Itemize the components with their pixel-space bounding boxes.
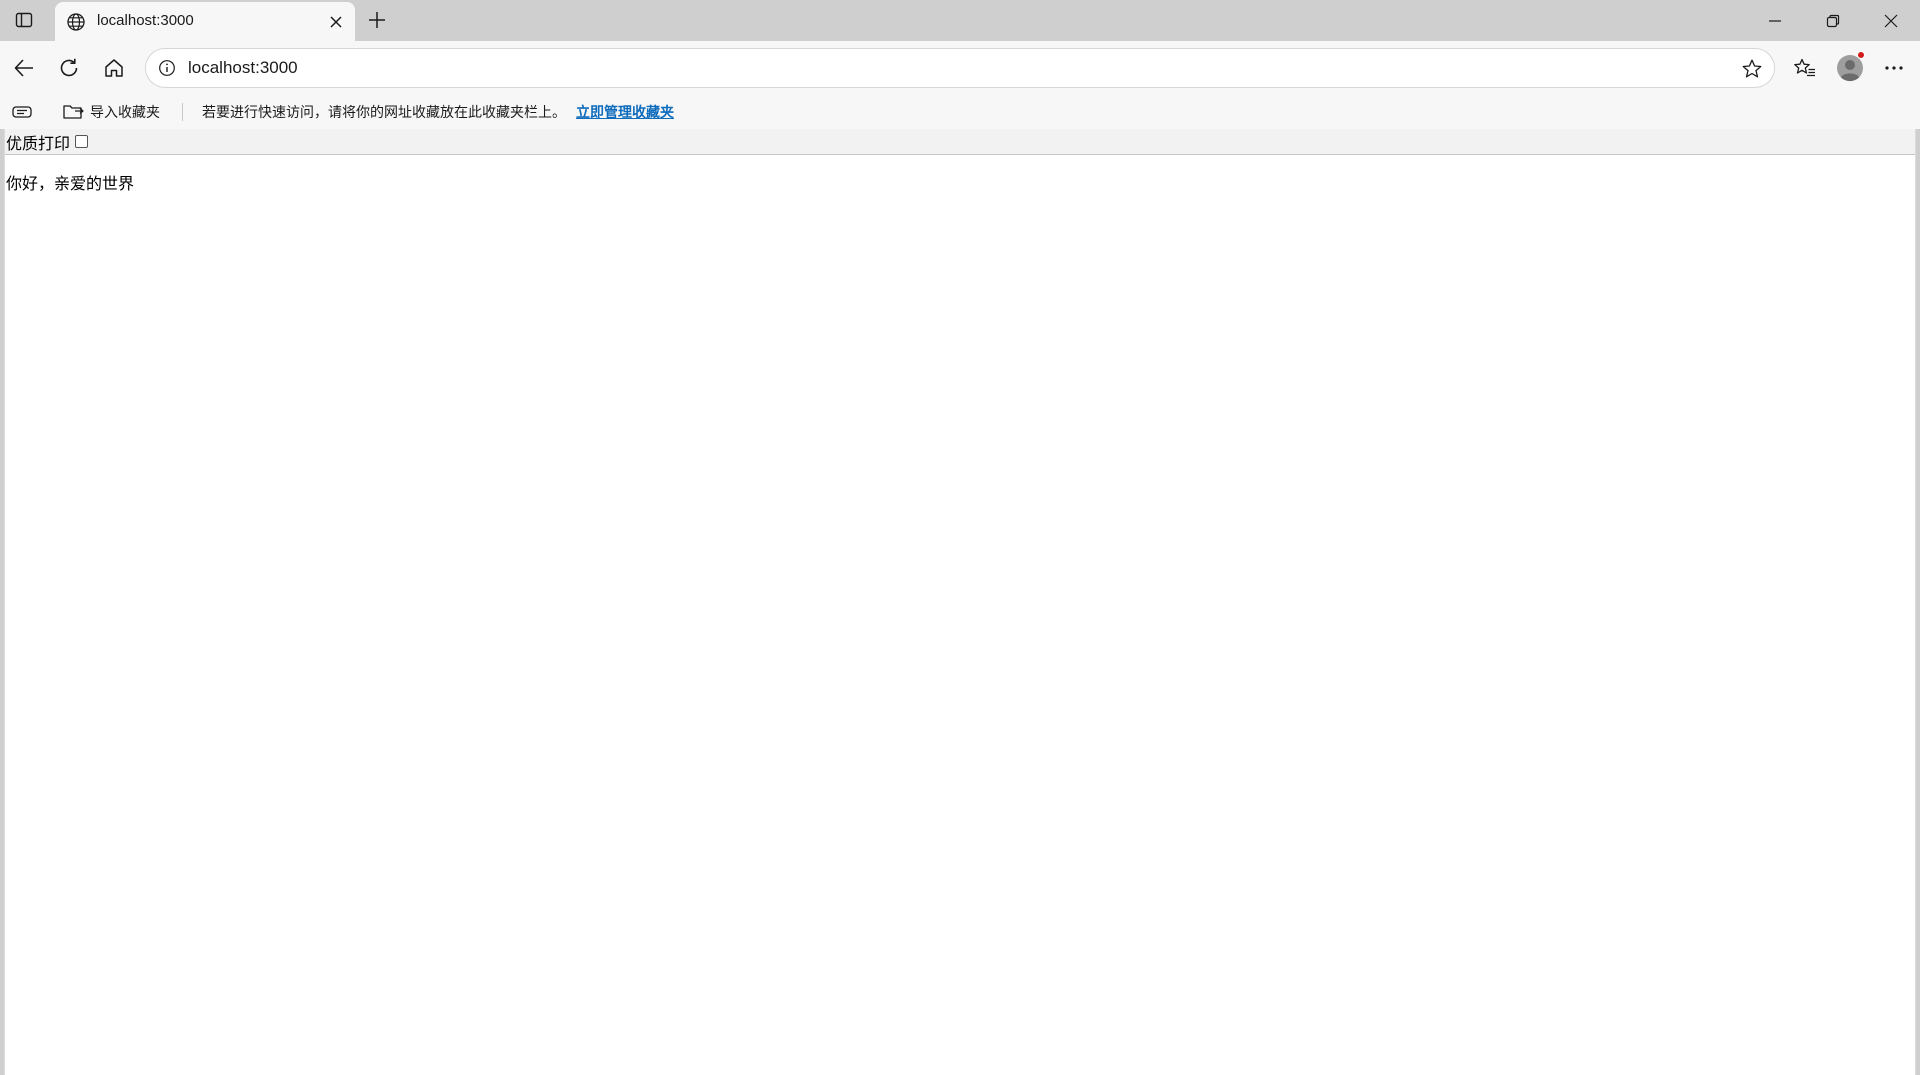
tab-actions-button[interactable] (7, 6, 41, 34)
favorites-icon (1794, 58, 1815, 77)
quality-print-label: 优质打印 (6, 133, 71, 153)
import-folder-icon (63, 104, 84, 119)
address-text[interactable]: localhost:3000 (188, 58, 298, 78)
new-tab-button[interactable] (362, 6, 392, 34)
favorites-bar: 导入收藏夹 若要进行快速访问，请将你的网址收藏放在此收藏夹栏上。 立即管理收藏夹 (0, 94, 1920, 129)
minimize-icon (1769, 19, 1781, 22)
favorites-divider (182, 103, 183, 121)
import-favorites-label: 导入收藏夹 (90, 104, 160, 121)
favorites-button[interactable] (1787, 50, 1823, 86)
favorites-hint-text: 若要进行快速访问，请将你的网址收藏放在此收藏夹栏上。 (202, 104, 566, 121)
notification-dot (1857, 51, 1865, 59)
window-close-button[interactable] (1862, 0, 1920, 41)
settings-more-button[interactable] (1876, 50, 1912, 86)
minimize-button[interactable] (1746, 0, 1804, 41)
quality-print-checkbox[interactable] (75, 135, 89, 148)
tab-strip: localhost:3000 (0, 0, 1920, 41)
home-button[interactable] (96, 50, 132, 86)
add-favorite-button[interactable] (1738, 55, 1766, 83)
refresh-button[interactable] (51, 50, 87, 86)
back-icon (14, 59, 33, 77)
plus-icon (369, 12, 385, 28)
print-options-bar: 优质打印 (5, 129, 1915, 155)
profile-button[interactable] (1832, 50, 1868, 86)
globe-icon (65, 11, 87, 33)
info-icon[interactable] (156, 57, 178, 79)
tab-localhost[interactable]: localhost:3000 (55, 2, 355, 41)
reading-list-button[interactable] (11, 94, 33, 129)
restore-icon (1826, 14, 1840, 27)
home-icon (105, 59, 123, 77)
tab-title: localhost:3000 (97, 12, 194, 29)
tab-actions-icon (15, 12, 33, 28)
close-icon (330, 16, 342, 28)
address-bar[interactable]: localhost:3000 (145, 48, 1775, 88)
browser-window: localhost:3000 localhost:3000 导入收藏夹 若要进行… (0, 0, 1920, 1075)
import-favorites-button[interactable]: 导入收藏夹 (62, 94, 160, 129)
star-icon (1742, 59, 1762, 78)
back-button[interactable] (6, 50, 42, 86)
restore-button[interactable] (1804, 0, 1862, 41)
tab-close-button[interactable] (325, 11, 347, 33)
page-viewport: 优质打印 你好，亲爱的世界 (4, 129, 1916, 1075)
navigation-toolbar: localhost:3000 (0, 41, 1920, 94)
more-icon (1885, 66, 1903, 70)
page-greeting-text: 你好，亲爱的世界 (6, 174, 135, 193)
reading-list-icon (12, 105, 32, 118)
refresh-icon (60, 58, 78, 77)
manage-favorites-link[interactable]: 立即管理收藏夹 (576, 102, 674, 122)
favorites-hint: 若要进行快速访问，请将你的网址收藏放在此收藏夹栏上。 立即管理收藏夹 (202, 94, 674, 129)
close-icon (1884, 14, 1898, 27)
